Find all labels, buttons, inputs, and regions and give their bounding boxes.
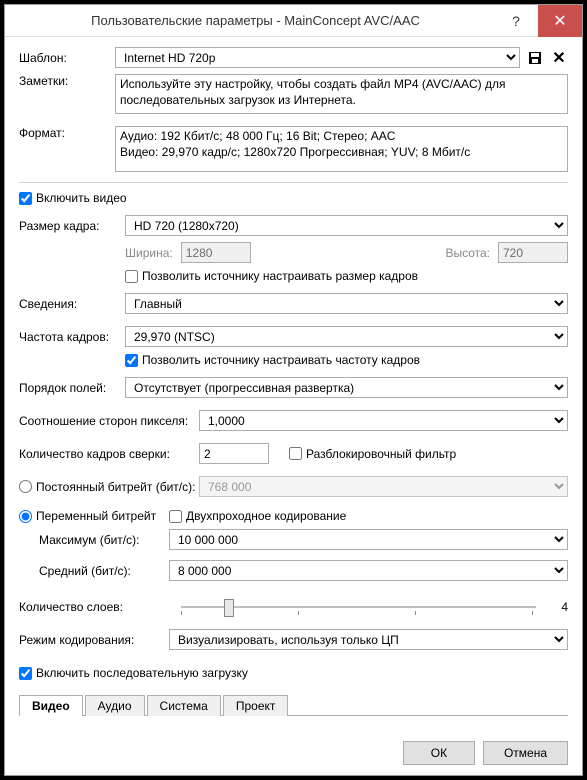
fieldorder-select[interactable]: Отсутствует (прогрессивная развертка): [125, 377, 568, 398]
avg-label: Средний (бит/с):: [39, 564, 169, 578]
save-icon[interactable]: [526, 49, 544, 67]
pixel-aspect-select[interactable]: 1,0000: [199, 410, 568, 431]
reframes-label: Количество кадров сверки:: [19, 447, 199, 461]
template-select[interactable]: Internet HD 720p: [115, 47, 520, 68]
tab-video[interactable]: Видео: [19, 695, 83, 716]
dialog-window: Пользовательские параметры - MainConcept…: [4, 4, 583, 776]
allow-source-rate-checkbox[interactable]: Позволить источнику настраивать частоту …: [125, 353, 568, 367]
delete-icon[interactable]: ✕: [550, 49, 568, 67]
notes-textarea[interactable]: Используйте эту настройку, чтобы создать…: [115, 74, 568, 114]
height-label: Высота:: [445, 246, 490, 260]
frame-size-label: Размер кадра:: [19, 219, 125, 233]
tab-system[interactable]: Система: [147, 695, 221, 716]
encmode-label: Режим кодирования:: [19, 633, 169, 647]
format-textarea: Аудио: 192 Кбит/с; 48 000 Гц; 16 Bit; Ст…: [115, 126, 568, 172]
slices-slider[interactable]: [181, 597, 536, 617]
window-title: Пользовательские параметры - MainConcept…: [17, 13, 494, 28]
titlebar: Пользовательские параметры - MainConcept…: [5, 5, 582, 37]
profile-label: Сведения:: [19, 297, 125, 311]
avg-select[interactable]: 8 000 000: [169, 560, 568, 581]
slices-value: 4: [548, 600, 568, 614]
help-button[interactable]: ?: [494, 5, 538, 37]
slices-label: Количество слоев:: [19, 600, 169, 614]
pixel-aspect-label: Соотношение сторон пикселя:: [19, 414, 199, 428]
tab-project[interactable]: Проект: [223, 695, 289, 716]
template-label: Шаблон:: [19, 51, 115, 65]
close-button[interactable]: ✕: [538, 5, 582, 37]
framerate-select[interactable]: 29,970 (NTSC): [125, 326, 568, 347]
footer: ОК Отмена: [5, 731, 582, 775]
fieldorder-label: Порядок полей:: [19, 381, 125, 395]
cancel-button[interactable]: Отмена: [483, 741, 568, 765]
max-label: Максимум (бит/с):: [39, 533, 169, 547]
max-select[interactable]: 10 000 000: [169, 529, 568, 550]
profile-select[interactable]: Главный: [125, 293, 568, 314]
progressive-dl-checkbox[interactable]: Включить последовательную загрузку: [19, 666, 568, 680]
tab-bar: Видео Аудио Система Проект: [19, 694, 568, 716]
format-label: Формат:: [19, 126, 115, 140]
reframes-input[interactable]: [199, 443, 269, 464]
cbr-radio[interactable]: Постоянный битрейт (бит/с):: [19, 480, 199, 494]
notes-label: Заметки:: [19, 74, 115, 88]
cbr-select: 768 000: [199, 476, 568, 497]
width-label: Ширина:: [125, 246, 173, 260]
height-input: [498, 242, 568, 263]
vbr-radio[interactable]: Переменный битрейт: [19, 509, 169, 523]
frame-size-select[interactable]: HD 720 (1280x720): [125, 215, 568, 236]
include-video-checkbox[interactable]: Включить видео: [19, 191, 568, 205]
encmode-select[interactable]: Визуализировать, используя только ЦП: [169, 629, 568, 650]
framerate-label: Частота кадров:: [19, 330, 125, 344]
width-input: [181, 242, 251, 263]
allow-source-frame-checkbox[interactable]: Позволить источнику настраивать размер к…: [125, 269, 568, 283]
ok-button[interactable]: ОК: [403, 741, 475, 765]
deblock-checkbox[interactable]: Разблокировочный фильтр: [289, 447, 456, 461]
dialog-body: Шаблон: Internet HD 720p ✕ Заметки: Испо…: [5, 37, 582, 731]
twopass-checkbox[interactable]: Двухпроходное кодирование: [169, 509, 346, 523]
tab-audio[interactable]: Аудио: [85, 695, 145, 716]
